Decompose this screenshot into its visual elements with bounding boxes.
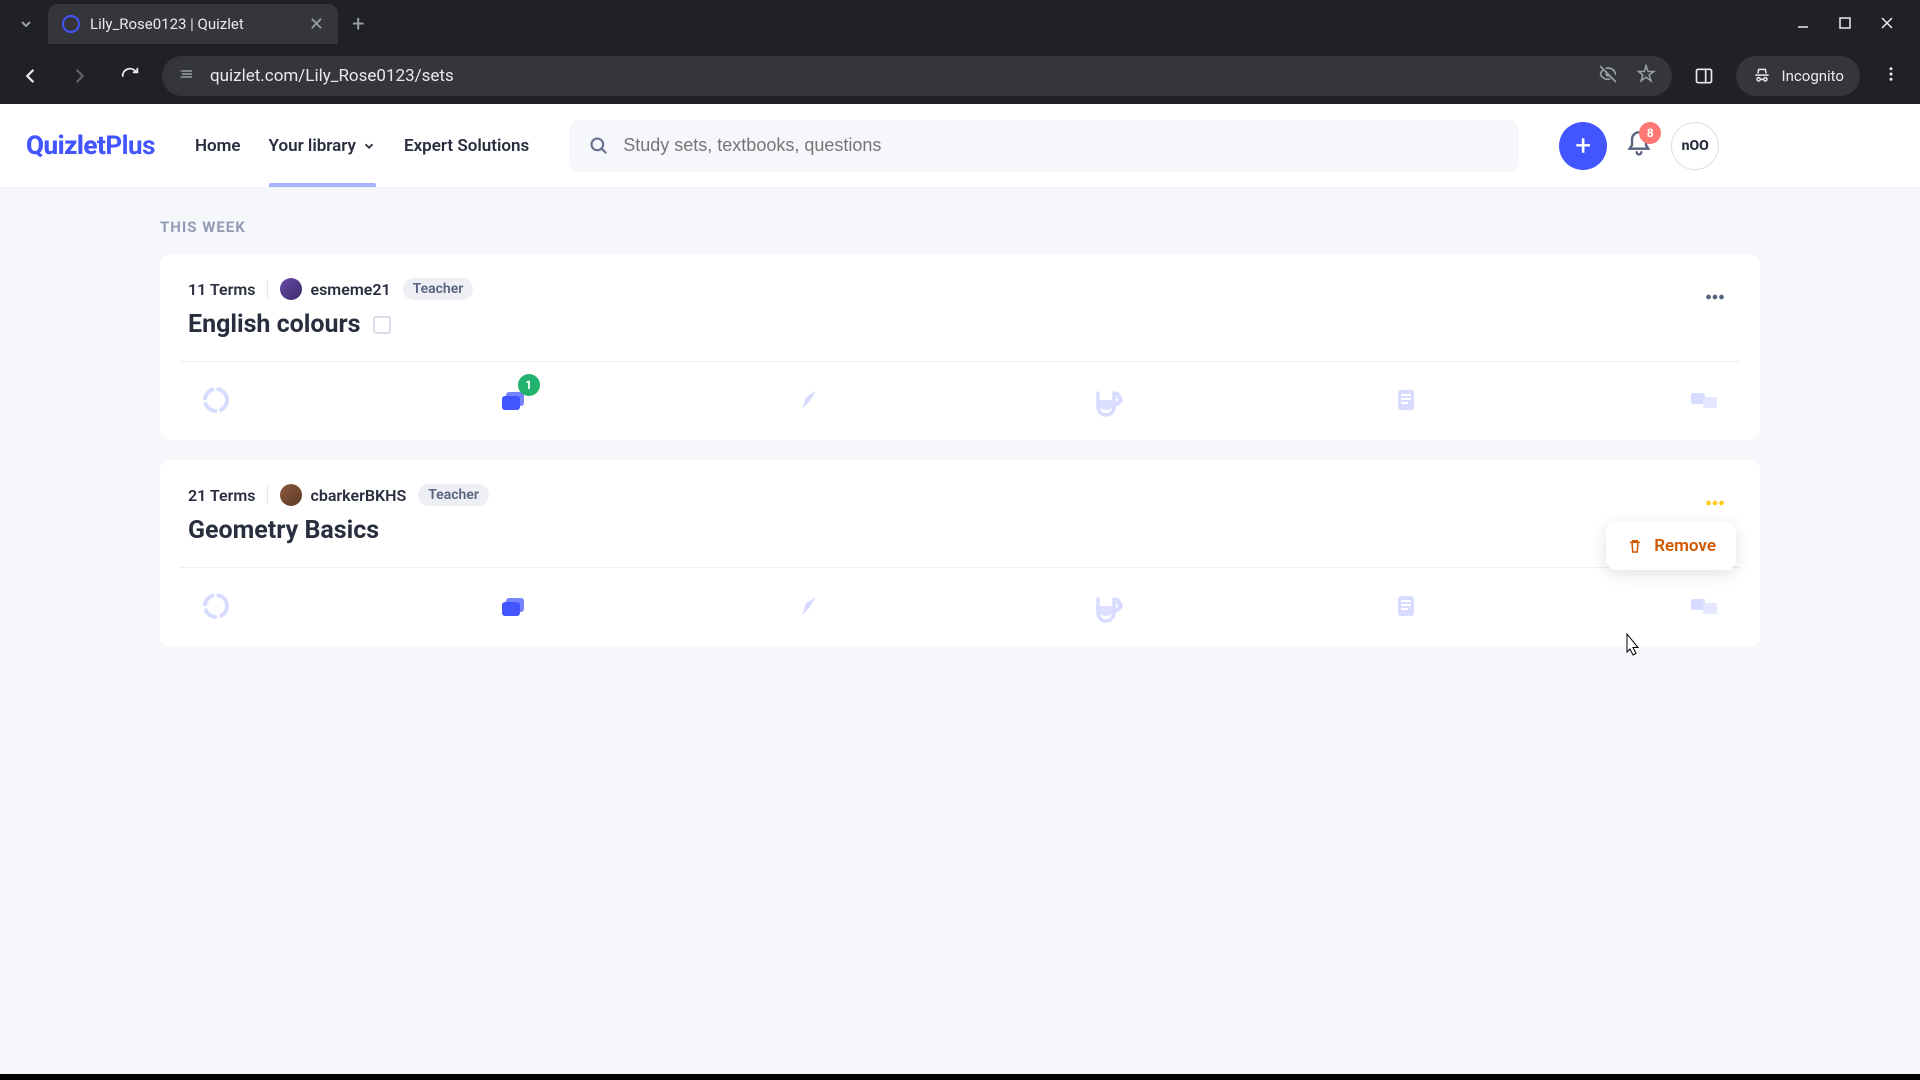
teacher-badge: Teacher (418, 484, 489, 506)
site-info-icon[interactable] (178, 65, 196, 87)
card-meta: 11 Terms esmeme21 Teacher (188, 278, 1732, 300)
remove-menu-item[interactable]: Remove (1606, 522, 1736, 570)
card-more-button[interactable] (1702, 284, 1728, 314)
mode-test-button[interactable] (1386, 380, 1426, 420)
section-label: THIS WEEK (160, 218, 1760, 236)
meta-divider (267, 280, 268, 298)
card-divider (180, 567, 1740, 568)
nav-home[interactable]: Home (195, 104, 241, 187)
mode-write-button[interactable] (791, 586, 831, 626)
study-modes: 1 (188, 380, 1732, 420)
browser-chrome: Lily_Rose0123 | Quizlet ✕ + quizlet.com/… (0, 0, 1920, 104)
side-panel-button[interactable] (1686, 58, 1722, 94)
nav-library[interactable]: Your library (269, 104, 376, 187)
card-divider (180, 361, 1740, 362)
search-bar[interactable] (569, 120, 1519, 172)
search-icon (589, 136, 609, 156)
teacher-badge: Teacher (403, 278, 474, 300)
author-name: esmeme21 (310, 280, 390, 299)
address-bar[interactable]: quizlet.com/Lily_Rose0123/sets (162, 56, 1672, 96)
nav-library-label: Your library (269, 136, 356, 156)
window-controls (1796, 15, 1912, 34)
notification-badge: 8 (1639, 122, 1661, 144)
mode-spell-button[interactable] (1089, 380, 1129, 420)
mode-spell-button[interactable] (1089, 586, 1129, 626)
incognito-badge[interactable]: Incognito (1736, 56, 1860, 96)
author-name: cbarkerBKHS (310, 486, 406, 505)
mode-write-button[interactable] (791, 380, 831, 420)
study-set-card[interactable]: 11 Terms esmeme21 Teacher English colour… (160, 254, 1760, 440)
mode-match-button[interactable] (1684, 380, 1724, 420)
create-button[interactable]: + (1559, 122, 1607, 170)
quizlet-logo[interactable]: QuizletPlus (26, 131, 155, 161)
reload-button[interactable] (112, 58, 148, 94)
author-link[interactable]: esmeme21 (280, 278, 390, 300)
set-title[interactable]: English colours (188, 310, 1732, 339)
remove-label: Remove (1654, 536, 1716, 556)
mode-test-button[interactable] (1386, 586, 1426, 626)
image-indicator-icon (373, 316, 391, 334)
eye-off-icon[interactable] (1598, 64, 1618, 88)
url-text: quizlet.com/Lily_Rose0123/sets (210, 66, 1584, 86)
profile-avatar[interactable]: nOO (1671, 122, 1719, 170)
study-set-card[interactable]: 21 Terms cbarkerBKHS Teacher Geometry Ba… (160, 460, 1760, 646)
taskbar (0, 1074, 1920, 1080)
search-input[interactable] (623, 135, 1499, 156)
trash-icon (1626, 537, 1644, 555)
search-wrap (569, 120, 1519, 172)
browser-toolbar: quizlet.com/Lily_Rose0123/sets Incognito (0, 48, 1920, 104)
term-count: 21 Terms (188, 486, 255, 505)
browser-menu-button[interactable] (1874, 65, 1908, 87)
card-meta: 21 Terms cbarkerBKHS Teacher (188, 484, 1732, 506)
mode-cards-button[interactable] (494, 586, 534, 626)
quizlet-favicon (62, 15, 80, 33)
meta-divider (267, 486, 268, 504)
nav-expert-solutions[interactable]: Expert Solutions (404, 104, 529, 187)
content-area: THIS WEEK 11 Terms esmeme21 Teacher Engl… (0, 188, 1920, 706)
mode-match-button[interactable] (1684, 586, 1724, 626)
term-count: 11 Terms (188, 280, 255, 299)
tab-strip: Lily_Rose0123 | Quizlet ✕ + (0, 0, 1920, 48)
set-title[interactable]: Geometry Basics (188, 516, 1732, 545)
bookmark-star-icon[interactable] (1636, 64, 1656, 88)
notifications-button[interactable]: 8 (1625, 130, 1653, 162)
chevron-down-icon (362, 139, 376, 153)
site-header: QuizletPlus Home Your library Expert Sol… (0, 104, 1920, 188)
incognito-icon (1752, 66, 1772, 86)
incognito-label: Incognito (1782, 67, 1844, 85)
back-button[interactable] (12, 58, 48, 94)
page-content: QuizletPlus Home Your library Expert Sol… (0, 104, 1920, 1074)
close-tab-icon[interactable]: ✕ (309, 14, 324, 35)
author-avatar (280, 484, 302, 506)
author-avatar (280, 278, 302, 300)
study-modes (188, 586, 1732, 626)
close-window-button[interactable] (1880, 15, 1894, 34)
mode-learn-button[interactable] (196, 586, 236, 626)
header-actions: + 8 nOO (1559, 122, 1719, 170)
tab-title: Lily_Rose0123 | Quizlet (90, 15, 299, 33)
card-more-button[interactable] (1702, 490, 1728, 520)
mode-badge: 1 (518, 374, 540, 396)
mode-learn-button[interactable] (196, 380, 236, 420)
browser-tab[interactable]: Lily_Rose0123 | Quizlet ✕ (48, 4, 338, 44)
maximize-button[interactable] (1838, 15, 1852, 34)
new-tab-button[interactable]: + (338, 12, 378, 37)
main-nav: Home Your library Expert Solutions (195, 104, 529, 187)
mode-cards-button[interactable]: 1 (494, 380, 534, 420)
minimize-button[interactable] (1796, 15, 1810, 34)
author-link[interactable]: cbarkerBKHS (280, 484, 406, 506)
forward-button[interactable] (62, 58, 98, 94)
tab-search-button[interactable] (8, 6, 44, 42)
